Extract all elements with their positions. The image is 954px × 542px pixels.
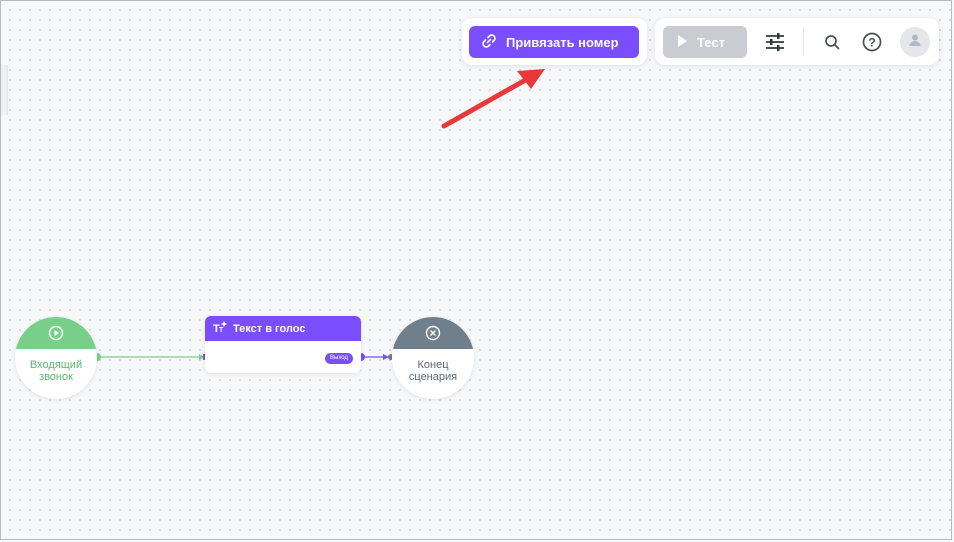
search-icon[interactable] (820, 30, 844, 54)
start-node-label-line2: звонок (39, 371, 73, 383)
user-icon (907, 32, 923, 53)
tts-output-badge[interactable]: Выход (325, 353, 353, 364)
bind-number-button[interactable]: Привязать номер (469, 26, 639, 58)
start-node-label: Входящий звонок (15, 359, 97, 383)
tts-node[interactable]: T T Текст в голос Выход (205, 316, 361, 373)
sidebar-edge (1, 65, 8, 115)
tools-panel: Тест ? (655, 18, 939, 65)
start-node-label-line1: Входящий (29, 359, 83, 371)
sliders-icon[interactable] (763, 30, 787, 54)
test-label: Тест (697, 34, 725, 50)
end-node-label-line1: Конец (417, 359, 449, 371)
tts-node-title: Текст в голос (233, 322, 306, 335)
link-icon (481, 33, 497, 52)
test-button[interactable]: Тест (663, 26, 747, 58)
end-node-header (392, 317, 474, 349)
bind-number-label: Привязать номер (506, 34, 619, 50)
start-node-header (15, 317, 97, 349)
end-node-label: Конец сценария (392, 359, 474, 383)
svg-text:?: ? (868, 36, 875, 50)
end-node-label-line2: сценария (408, 371, 458, 383)
play-icon (677, 34, 687, 50)
connections (93, 353, 394, 361)
canvas[interactable]: Входящий звонок T T Текст в голос Выход (0, 0, 952, 540)
end-call-icon (425, 325, 441, 346)
text-to-speech-icon: T T (213, 320, 227, 337)
end-node-scenario-end[interactable]: Конец сценария (392, 317, 474, 399)
incoming-call-icon (48, 325, 64, 346)
start-node-incoming-call[interactable]: Входящий звонок (15, 317, 97, 399)
tts-node-header: T T Текст в голос (205, 316, 361, 341)
toolbar-divider (803, 28, 804, 56)
bind-number-panel: Привязать номер (462, 18, 647, 65)
svg-text:T: T (219, 327, 224, 334)
annotation-arrow (441, 69, 545, 129)
help-icon[interactable]: ? (860, 30, 884, 54)
user-avatar[interactable] (900, 27, 930, 57)
